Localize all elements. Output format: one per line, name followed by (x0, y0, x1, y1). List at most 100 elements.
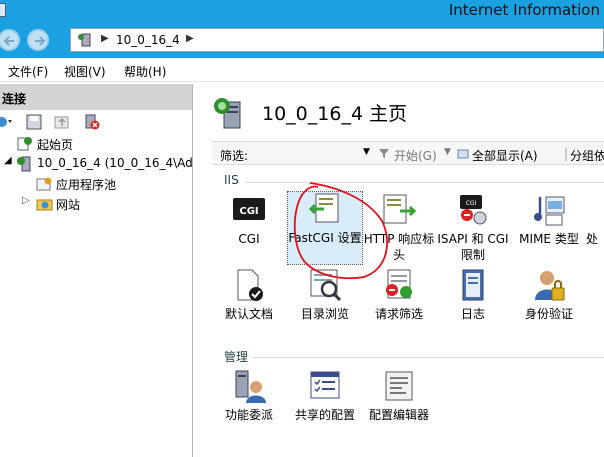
page-title: 10_0_16_4 主页 (262, 103, 408, 125)
feature-fastcgi[interactable]: FastCGI 设置 (287, 191, 363, 265)
filter-dropdown-icon[interactable]: ▼ (363, 147, 370, 157)
server-icon (78, 33, 91, 47)
feature-partial[interactable] (586, 268, 604, 306)
address-bar[interactable]: ▶ 10_0_16_4 ▶ (70, 28, 604, 52)
partial-icon (586, 268, 604, 302)
start-dropdown-icon[interactable]: ▼ (444, 147, 451, 157)
breadcrumb-separator-icon: ▶ (101, 33, 109, 44)
menu-view[interactable]: 视图(V) (64, 63, 106, 80)
forward-arrow-icon (35, 36, 46, 46)
feature-label: FastCGI 设置 (288, 231, 362, 245)
connections-pane: 连接 起始页 ◢ 10_0_16_4 (10_0_16_4\Adm 应用程序池 … (0, 84, 193, 457)
config-editor-icon (382, 369, 416, 403)
feature-label: 日志 (460, 307, 485, 321)
tree-item-app-pools[interactable]: 应用程序池 (0, 174, 193, 194)
title-bar: Internet Information (0, 0, 604, 22)
feature-label: MIME 类型 (519, 232, 579, 246)
save-icon[interactable] (26, 114, 42, 130)
connections-toolbar (0, 110, 192, 134)
feature-delegation[interactable]: 功能委派 (212, 369, 286, 423)
filter-bar: 筛选: ▼ 开始(G) ▼ 全部显示(A) | 分组依据 (212, 141, 604, 165)
section-header-management: 管理 (224, 350, 249, 364)
feature-handler-mappings[interactable]: 处 (586, 193, 604, 247)
tree-item-server[interactable]: ◢ 10_0_16_4 (10_0_16_4\Adm (0, 154, 193, 174)
fastcgi-icon (308, 192, 342, 226)
tree-item-sites[interactable]: ▷ 网站 (0, 194, 193, 214)
feature-label: CGI (238, 232, 260, 246)
feature-logging[interactable]: 日志 (436, 268, 510, 322)
tree-item-label: 起始页 (37, 138, 74, 152)
feature-request-filtering[interactable]: 请求筛选 (362, 268, 436, 322)
delegation-icon (232, 369, 266, 403)
window-title: Internet Information (448, 1, 600, 19)
group-by-button[interactable]: 分组依据 (570, 147, 604, 164)
handler-icon (586, 193, 604, 227)
request-filter-icon (382, 268, 416, 302)
section-header-iis: IIS (224, 173, 239, 187)
feature-http-headers[interactable]: HTTP 响应标头 (362, 193, 436, 263)
back-button[interactable] (0, 29, 20, 51)
feature-cgi[interactable]: CGI CGI (212, 193, 286, 247)
feature-label: HTTP 响应标头 (363, 232, 435, 262)
feature-label: 请求筛选 (374, 307, 423, 321)
menu-file[interactable]: 文件(F) (8, 63, 48, 80)
sites-folder-icon (36, 199, 53, 211)
shared-config-icon (308, 369, 342, 403)
feature-default-document[interactable]: 默认文档 (212, 268, 286, 322)
feature-directory-browsing[interactable]: 目录浏览 (288, 268, 362, 322)
breadcrumb-server[interactable]: 10_0_16_4 (116, 33, 180, 47)
menu-bar: 文件(F) 视图(V) 帮助(H) (0, 58, 604, 82)
cgi-icon: CGI (232, 193, 266, 227)
tree-item-label: 网站 (56, 198, 81, 212)
feature-isapi-cgi[interactable]: CGI ISAPI 和 CGI 限制 (436, 193, 510, 263)
feature-label: 功能委派 (224, 408, 273, 422)
menu-help[interactable]: 帮助(H) (124, 63, 166, 80)
feature-mime[interactable]: MIME 类型 (512, 193, 586, 247)
feature-label: 目录浏览 (300, 307, 349, 321)
start-page-icon (17, 137, 32, 151)
section-divider (252, 357, 604, 358)
default-doc-icon (232, 268, 266, 302)
log-icon (456, 268, 490, 302)
auth-icon (532, 268, 566, 302)
server-home-icon (214, 98, 241, 129)
expand-icon[interactable]: ▷ (22, 195, 30, 206)
feature-label: 默认文档 (224, 307, 273, 321)
app-pool-icon (36, 177, 52, 191)
feature-label: 共享的配置 (294, 408, 355, 422)
isapi-icon: CGI (456, 193, 490, 227)
mime-icon (532, 193, 566, 227)
http-headers-icon (382, 193, 417, 227)
forward-button[interactable] (27, 29, 49, 51)
tree-item-label: 10_0_16_4 (10_0_16_4\Adm (37, 156, 193, 170)
feature-shared-configuration[interactable]: 共享的配置 (288, 369, 362, 423)
breadcrumb-separator-icon[interactable]: ▶ (186, 33, 194, 44)
funnel-icon (378, 147, 390, 162)
feature-configuration-editor[interactable]: 配置编辑器 (362, 369, 436, 423)
feature-label: ISAPI 和 CGI 限制 (437, 232, 509, 262)
app-icon (0, 3, 6, 17)
feature-label: 身份验证 (524, 307, 573, 321)
connect-icon[interactable] (0, 114, 14, 130)
feature-label: 配置编辑器 (368, 408, 429, 422)
start-filter-button[interactable]: 开始(G) (394, 147, 437, 164)
toolbar-divider: | (564, 147, 569, 161)
connections-header: 连接 (0, 84, 192, 110)
tree-item-label: 应用程序池 (56, 178, 117, 192)
svg-text:CGI: CGI (466, 200, 477, 207)
filter-label: 筛选: (220, 149, 249, 163)
tree-item-start-page[interactable]: 起始页 (0, 134, 193, 154)
server-icon (17, 156, 31, 172)
up-level-icon[interactable] (54, 114, 70, 130)
filter-input[interactable] (252, 145, 372, 161)
section-divider (244, 182, 604, 183)
back-arrow-icon (3, 36, 14, 46)
show-all-icon (457, 147, 469, 162)
feature-authentication[interactable]: 身份验证 (512, 268, 586, 322)
show-all-button[interactable]: 全部显示(A) (472, 147, 538, 164)
collapse-icon[interactable]: ◢ (4, 155, 12, 166)
feature-label: 处 (586, 232, 599, 246)
features-pane: 10_0_16_4 主页 筛选: ▼ 开始(G) ▼ 全部显示(A) | 分组依… (200, 84, 604, 457)
disconnect-icon[interactable] (84, 114, 100, 130)
navigation-bar: ▶ 10_0_16_4 ▶ (0, 22, 604, 58)
